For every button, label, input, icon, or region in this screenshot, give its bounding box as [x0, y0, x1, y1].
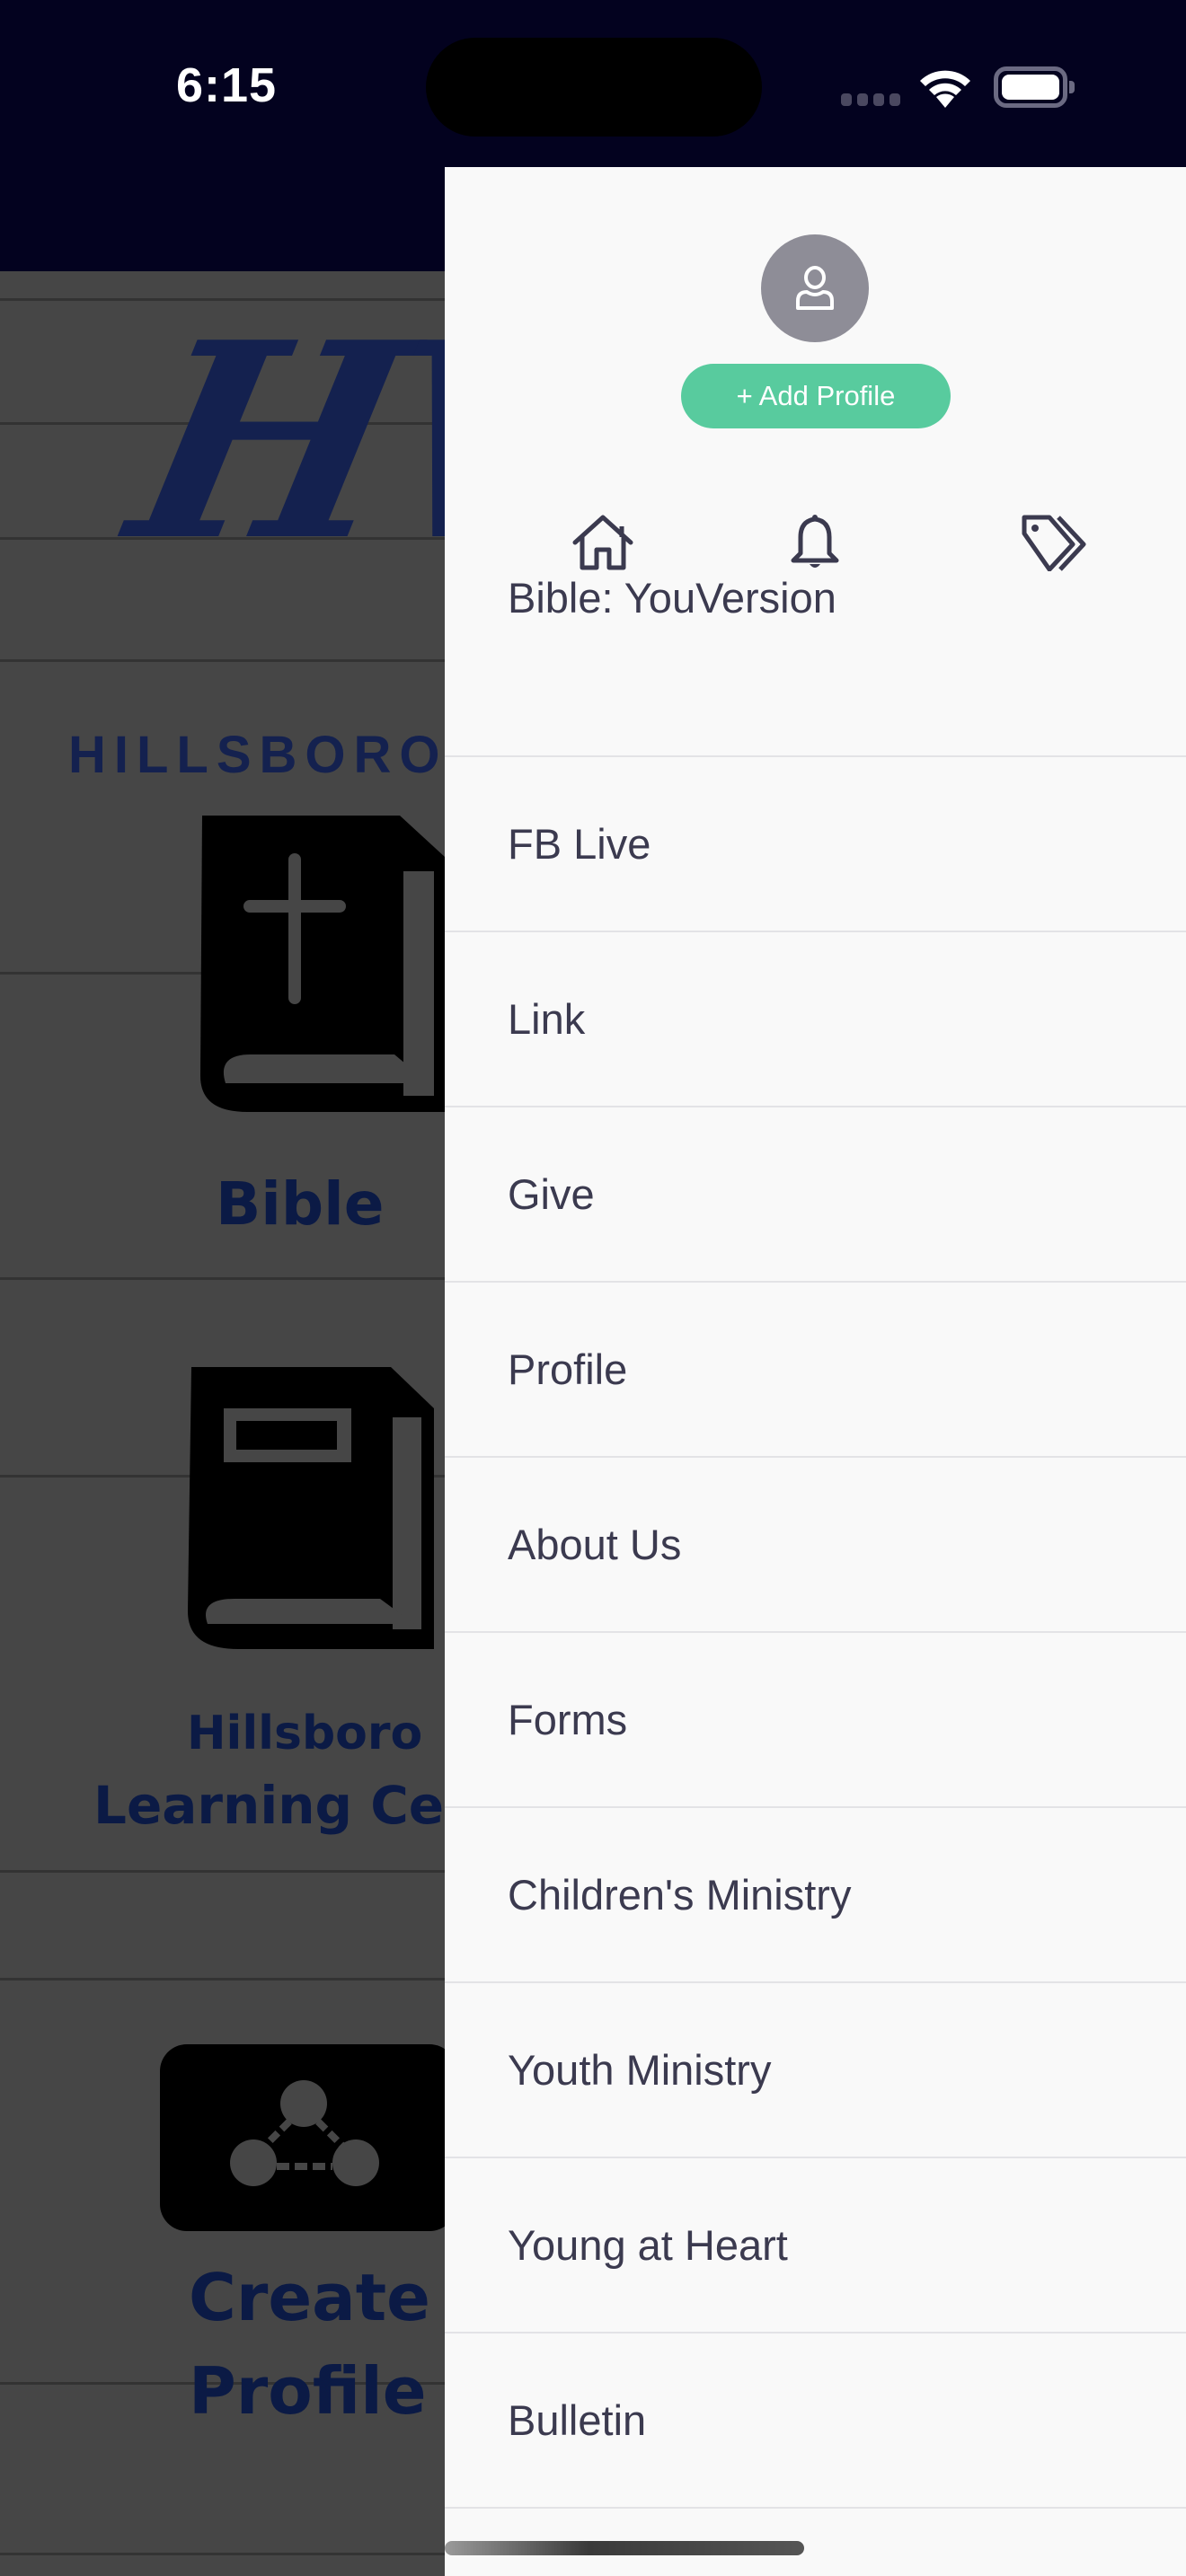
drawer-menu: Bible: YouVersion FB Live Link Give Prof…	[445, 574, 1186, 2509]
home-indicator[interactable]	[445, 2541, 804, 2555]
menu-item-give[interactable]: Give	[445, 1107, 1186, 1283]
home-icon	[572, 515, 633, 570]
cellular-signal-icon	[841, 93, 900, 106]
menu-item-label: Bible: YouVersion	[508, 574, 836, 622]
menu-item-bulletin[interactable]: Bulletin	[445, 2333, 1186, 2509]
dynamic-island	[426, 38, 762, 137]
menu-item-label: Children's Ministry	[508, 1871, 852, 1919]
add-profile-button[interactable]: + Add Profile	[681, 364, 951, 428]
user-icon	[796, 266, 834, 310]
menu-item-label: Bulletin	[508, 2396, 647, 2444]
menu-item-label: Youth Ministry	[508, 2046, 772, 2094]
status-time: 6:15	[176, 58, 278, 112]
drawer-scrim[interactable]	[0, 271, 445, 2576]
menu-item-label: Give	[508, 1170, 595, 1218]
menu-item-fb-live[interactable]: FB Live	[445, 757, 1186, 932]
notifications-button[interactable]	[779, 507, 851, 578]
bell-icon	[791, 515, 839, 568]
tags-button[interactable]	[1018, 507, 1090, 578]
battery-icon	[994, 66, 1075, 108]
menu-item-childrens-ministry[interactable]: Children's Ministry	[445, 1808, 1186, 1983]
drawer-quick-actions	[445, 507, 1186, 578]
menu-item-about-us[interactable]: About Us	[445, 1458, 1186, 1633]
menu-item-bible-youversion[interactable]: Bible: YouVersion	[445, 574, 1186, 757]
menu-item-label: Profile	[508, 1345, 628, 1393]
menu-item-label: FB Live	[508, 820, 651, 868]
menu-item-profile[interactable]: Profile	[445, 1283, 1186, 1458]
menu-item-link[interactable]: Link	[445, 932, 1186, 1107]
menu-item-youth-ministry[interactable]: Youth Ministry	[445, 1983, 1186, 2158]
menu-item-label: About Us	[508, 1521, 682, 1568]
menu-item-label: Link	[508, 995, 586, 1043]
home-button[interactable]	[567, 507, 639, 578]
menu-item-label: Forms	[508, 1696, 628, 1743]
wifi-icon	[920, 70, 970, 108]
menu-item-label: Young at Heart	[508, 2221, 788, 2269]
menu-item-forms[interactable]: Forms	[445, 1633, 1186, 1808]
avatar[interactable]	[761, 234, 869, 342]
status-bar: 6:15	[0, 0, 1186, 167]
side-drawer: + Add Profile Bible: YouVersion FB Live …	[445, 167, 1186, 2576]
menu-item-young-at-heart[interactable]: Young at Heart	[445, 2158, 1186, 2333]
tags-icon	[1022, 515, 1086, 571]
